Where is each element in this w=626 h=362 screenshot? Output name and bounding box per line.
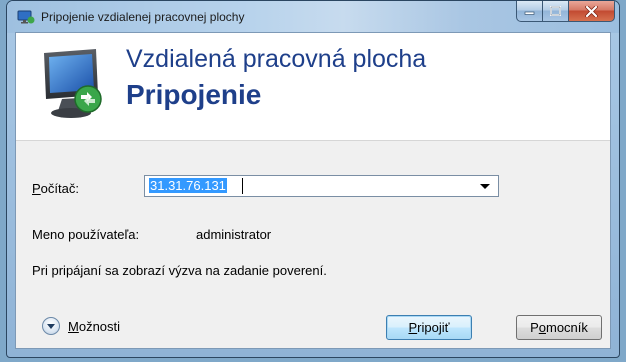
caption-buttons <box>516 1 615 23</box>
close-button[interactable] <box>569 1 615 22</box>
options-label: Možnosti <box>68 319 120 334</box>
help-button[interactable]: Po mocník <box>516 315 602 340</box>
options-mnemonic: M <box>68 318 79 334</box>
minimize-button[interactable] <box>516 1 543 22</box>
window-title: Pripojenie vzdialenej pracovnej plochy <box>41 10 245 24</box>
remote-desktop-icon <box>17 10 35 24</box>
remote-desktop-monitor-icon <box>44 49 102 118</box>
help-mnemonic: o <box>538 320 546 335</box>
close-icon <box>585 5 598 17</box>
remote-desktop-window: Pripojenie vzdialenej pracovnej plochy V… <box>6 0 620 358</box>
minimize-icon <box>524 11 535 15</box>
maximize-icon <box>550 6 561 16</box>
help-text: mocník <box>546 320 588 335</box>
banner-title: Vzdialená pracovná plocha <box>126 45 427 73</box>
help-prefix: P <box>530 320 539 335</box>
expand-chevron-icon[interactable] <box>42 317 60 335</box>
banner-subtitle: Pripojenie <box>126 79 262 110</box>
username-value: administrator <box>196 227 272 242</box>
text-caret <box>242 178 243 194</box>
title-bar[interactable]: Pripojenie vzdialenej pracovnej plochy <box>7 1 619 33</box>
options-text: ožnosti <box>78 318 121 334</box>
header-banner: Vzdialená pracovná plocha Pripojenie <box>16 33 610 141</box>
options-toggle[interactable]: Možnosti <box>42 317 120 335</box>
connect-button[interactable]: Pripojiť <box>386 315 472 340</box>
username-label: Meno používateľa: <box>32 227 140 242</box>
chevron-down-icon[interactable] <box>480 184 490 189</box>
computer-label-text: očítač: <box>40 181 79 196</box>
computer-label-mnemonic: P <box>32 181 41 196</box>
connect-mnemonic: P <box>408 320 418 335</box>
maximize-button[interactable] <box>543 1 569 22</box>
computer-input[interactable]: 31.31.76.131 <box>149 178 227 193</box>
computer-label: Počítač: <box>32 181 79 196</box>
computer-combobox[interactable]: 31.31.76.131 <box>144 175 499 197</box>
dialog-client-area: Vzdialená pracovná plocha Pripojenie Poč… <box>15 32 611 349</box>
credentials-info-text: Pri pripájaní sa zobrazí výzva na zadani… <box>32 263 327 278</box>
connect-text: ripojiť <box>417 320 450 335</box>
